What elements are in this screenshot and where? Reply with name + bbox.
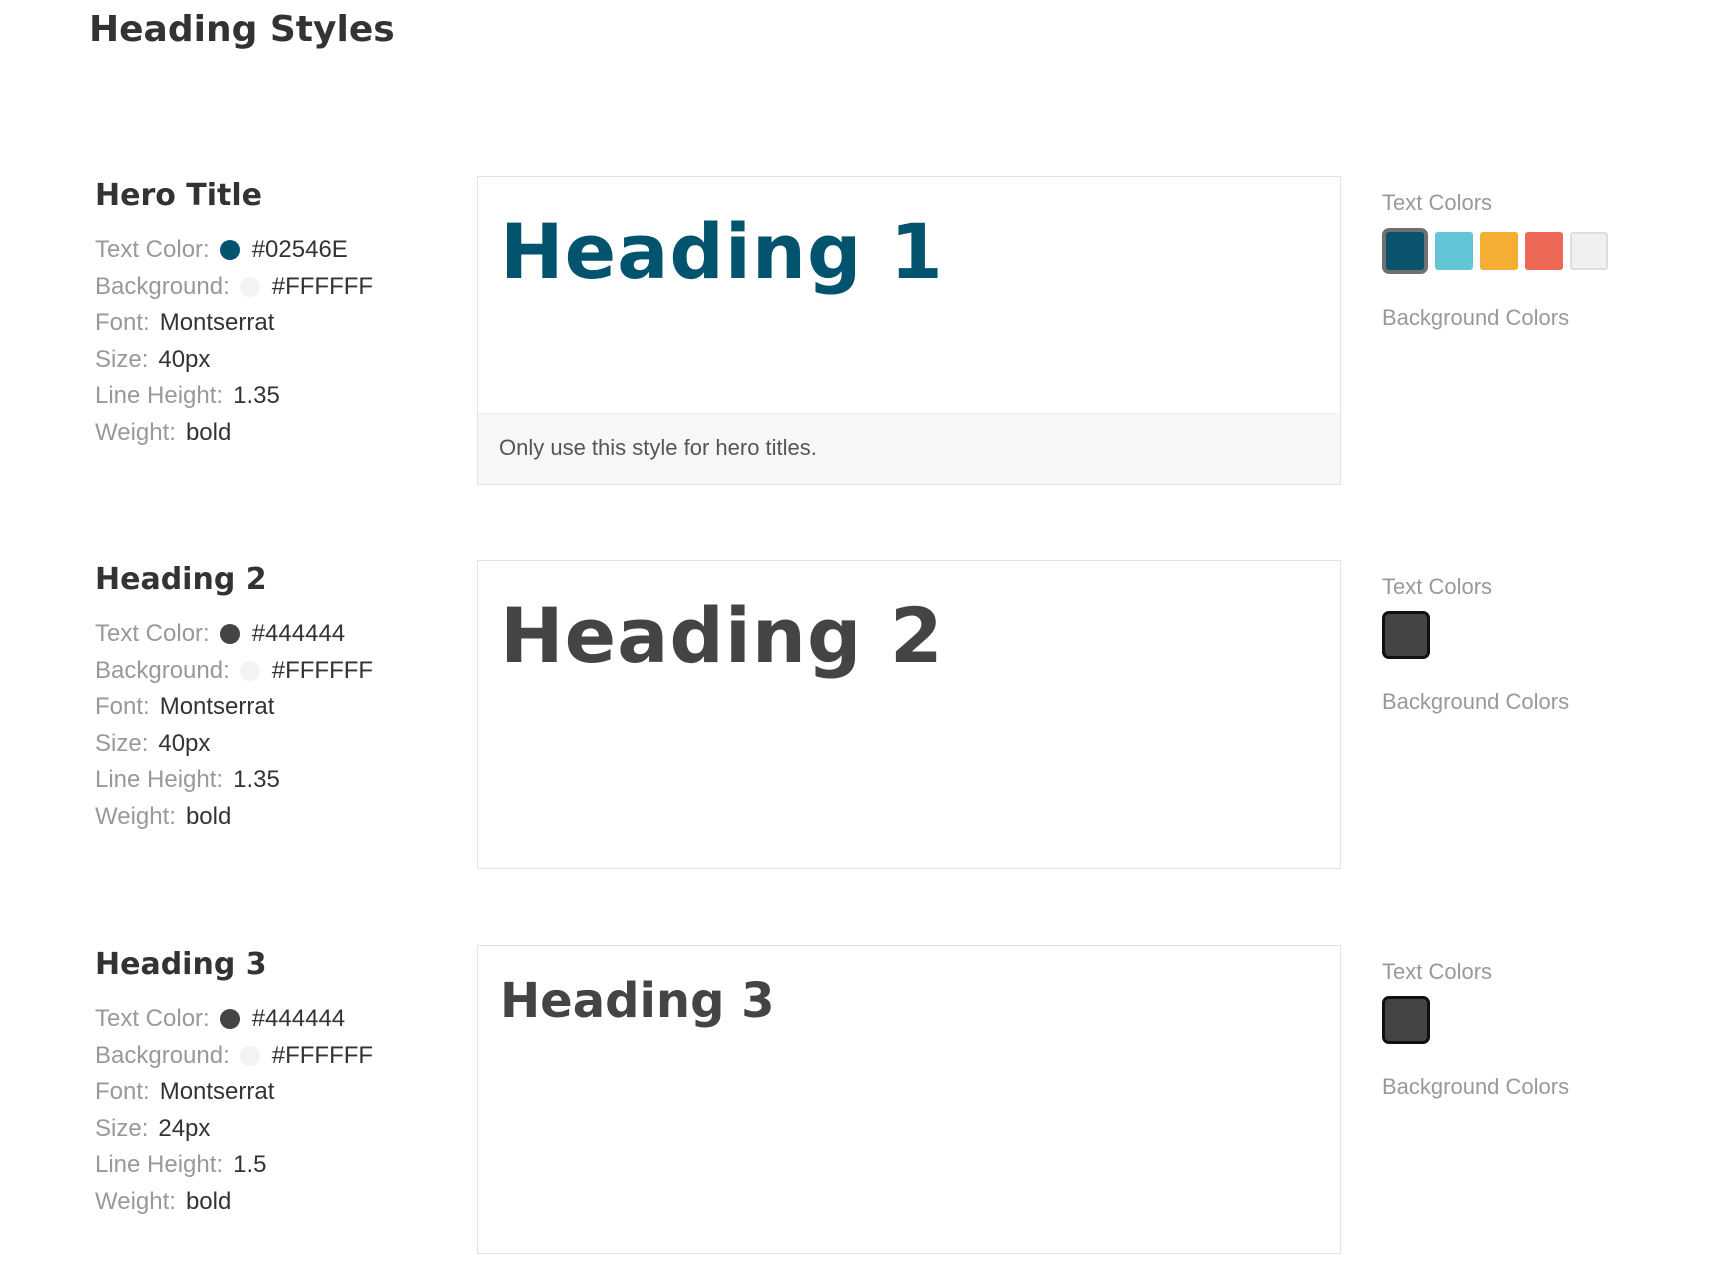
spec-list: Text Color: #02546E Background: #FFFFFF …: [95, 232, 455, 451]
size-label: Size:: [95, 345, 149, 373]
spec-list: Text Color: #444444 Background: #FFFFFF …: [95, 1001, 455, 1220]
preview-heading: Heading 2: [500, 591, 944, 680]
line-height-label: Line Height:: [95, 1151, 224, 1178]
text-color-value: #444444: [251, 1005, 346, 1032]
font-value: Montserrat: [159, 1078, 275, 1105]
spec-list: Text Color: #444444 Background: #FFFFFF …: [95, 616, 455, 835]
weight-label: Weight:: [95, 1187, 176, 1215]
text-colors-label: Text Colors: [1382, 190, 1493, 215]
size-label: Size:: [95, 1114, 149, 1142]
size-value: 40px: [158, 345, 211, 373]
size-value: 24px: [158, 1114, 211, 1142]
text-color-swatches: [1382, 226, 1702, 276]
line-height-value: 1.35: [233, 766, 280, 793]
heading-preview: Heading 2: [477, 560, 1341, 869]
line-height-value: 1.5: [233, 1151, 267, 1178]
font-row: Font: Montserrat: [95, 305, 455, 342]
coral-swatch[interactable]: [1525, 232, 1563, 270]
background-row: Background: #FFFFFF: [95, 269, 455, 306]
background-row: Background: #FFFFFF: [95, 653, 455, 690]
line-height-row: Line Height: 1.35: [95, 762, 455, 799]
weight-value: bold: [185, 802, 232, 830]
text-color-label: Text Color:: [95, 236, 210, 263]
font-label: Font:: [95, 693, 150, 720]
text-color-value: #02546E: [251, 236, 348, 263]
color-palette: Text Colors Background Colors: [1382, 560, 1702, 717]
text-colors-label: Text Colors: [1382, 574, 1493, 599]
hero-title-specs: Hero Title Text Color: #02546E Backgroun…: [95, 176, 455, 451]
size-row: Size: 24px: [95, 1111, 455, 1148]
line-height-row: Line Height: 1.35: [95, 378, 455, 415]
text-colors-label: Text Colors: [1382, 959, 1493, 984]
aqua-swatch[interactable]: [1435, 232, 1473, 270]
heading-3-section: Heading 3 Text Color: #444444 Background…: [0, 945, 1730, 1265]
font-row: Font: Montserrat: [95, 689, 455, 726]
font-row: Font: Montserrat: [95, 1074, 455, 1111]
light-gray-swatch[interactable]: [1570, 232, 1608, 270]
background-colors-label: Background Colors: [1382, 305, 1570, 330]
text-color-value: #444444: [251, 620, 346, 647]
orange-swatch[interactable]: [1480, 232, 1518, 270]
text-color-label: Text Color:: [95, 620, 210, 647]
section-title: Hero Title: [95, 178, 263, 213]
text-color-swatches: [1382, 610, 1702, 660]
section-title: Heading 2: [95, 562, 267, 597]
heading-preview: Heading 1 Only use this style for hero t…: [477, 176, 1341, 485]
weight-value: bold: [185, 418, 232, 446]
background-colors-label: Background Colors: [1382, 689, 1570, 714]
weight-value: bold: [185, 1187, 232, 1215]
weight-row: Weight: bold: [95, 415, 455, 452]
weight-label: Weight:: [95, 418, 176, 446]
dark-gray-swatch[interactable]: [1382, 996, 1430, 1044]
color-dot-icon: [219, 624, 240, 645]
hero-title-section: Hero Title Text Color: #02546E Backgroun…: [0, 176, 1730, 496]
text-color-row: Text Color: #444444: [95, 1001, 455, 1038]
line-height-label: Line Height:: [95, 382, 224, 409]
line-height-value: 1.35: [233, 382, 280, 409]
preview-heading: Heading 3: [500, 973, 775, 1029]
background-value: #FFFFFF: [271, 656, 374, 684]
weight-row: Weight: bold: [95, 799, 455, 836]
font-label: Font:: [95, 309, 150, 336]
text-color-row: Text Color: #02546E: [95, 232, 455, 269]
size-row: Size: 40px: [95, 342, 455, 379]
teal-swatch[interactable]: [1382, 228, 1428, 274]
page-title: Heading Styles: [89, 9, 395, 50]
heading-2-section: Heading 2 Text Color: #444444 Background…: [0, 560, 1730, 880]
text-color-label: Text Color:: [95, 1005, 210, 1032]
background-value: #FFFFFF: [271, 272, 374, 300]
section-title: Heading 3: [95, 947, 267, 982]
background-label: Background:: [95, 272, 230, 300]
heading-preview: Heading 3: [477, 945, 1341, 1254]
background-row: Background: #FFFFFF: [95, 1038, 455, 1075]
preview-note: Only use this style for hero titles.: [478, 413, 1340, 484]
background-value: #FFFFFF: [271, 1041, 374, 1069]
preview-heading: Heading 1: [500, 207, 944, 296]
weight-row: Weight: bold: [95, 1184, 455, 1221]
color-dot-icon: [239, 660, 260, 681]
size-value: 40px: [158, 729, 211, 757]
background-label: Background:: [95, 656, 230, 684]
color-palette: Text Colors Background Colors: [1382, 945, 1702, 1102]
size-row: Size: 40px: [95, 726, 455, 763]
line-height-row: Line Height: 1.5: [95, 1147, 455, 1184]
background-label: Background:: [95, 1041, 230, 1069]
text-color-row: Text Color: #444444: [95, 616, 455, 653]
size-label: Size:: [95, 729, 149, 757]
dark-gray-swatch[interactable]: [1382, 611, 1430, 659]
font-value: Montserrat: [159, 693, 275, 720]
color-dot-icon: [219, 240, 240, 261]
line-height-label: Line Height:: [95, 766, 224, 793]
color-dot-icon: [239, 276, 260, 297]
color-palette: Text Colors Background Colors: [1382, 176, 1702, 333]
heading-3-specs: Heading 3 Text Color: #444444 Background…: [95, 945, 455, 1220]
color-dot-icon: [219, 1009, 240, 1030]
background-colors-label: Background Colors: [1382, 1074, 1570, 1099]
font-value: Montserrat: [159, 309, 275, 336]
weight-label: Weight:: [95, 802, 176, 830]
color-dot-icon: [239, 1045, 260, 1066]
text-color-swatches: [1382, 995, 1702, 1045]
font-label: Font:: [95, 1078, 150, 1105]
heading-2-specs: Heading 2 Text Color: #444444 Background…: [95, 560, 455, 835]
